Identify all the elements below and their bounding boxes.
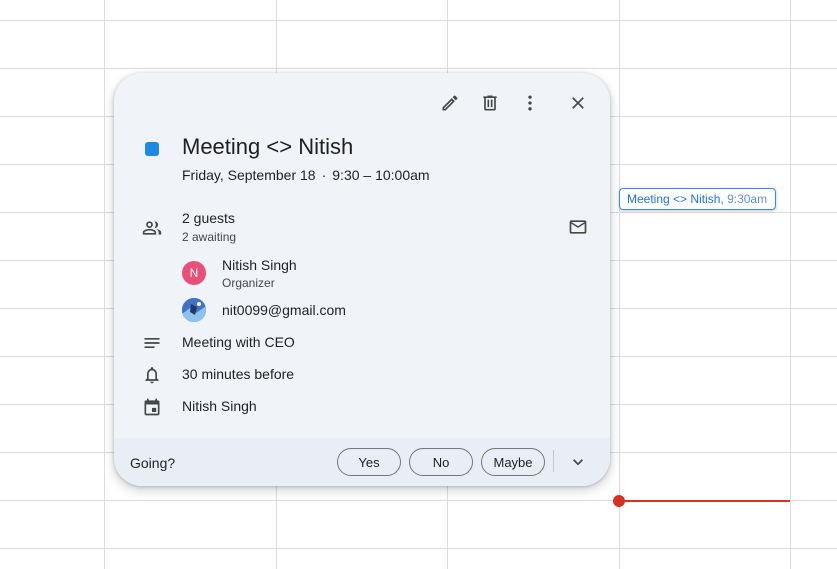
bell-icon [142, 365, 162, 385]
grid-column-line [790, 0, 791, 569]
datetime-separator: · [321, 167, 327, 183]
going-label: Going? [130, 455, 176, 471]
avatar: N [182, 261, 206, 285]
rsvp-options-button[interactable] [562, 446, 594, 478]
guest-name[interactable]: nit0099@gmail.com [222, 302, 346, 318]
guests-status: 2 awaiting [182, 230, 237, 244]
grid-row-line [0, 548, 837, 549]
guest-role: Organizer [222, 276, 275, 290]
event-calendar-owner: Nitish Singh [182, 398, 257, 414]
event-title: Meeting <> Nitish [182, 134, 354, 159]
rsvp-footer: Going? Yes No Maybe [114, 438, 610, 486]
grid-row-line [0, 20, 837, 21]
event-chip-time: 9:30am [727, 192, 768, 206]
edit-icon [442, 95, 458, 111]
people-icon [142, 218, 162, 238]
more-options-button[interactable] [514, 87, 546, 119]
guests-count: 2 guests [182, 210, 235, 226]
event-chip[interactable]: Meeting <> Nitish, 9:30am [619, 188, 776, 210]
guest-name[interactable]: Nitish Singh [222, 257, 297, 273]
chevron-down-icon [573, 459, 583, 466]
delete-icon [483, 95, 497, 111]
email-guests-button[interactable] [562, 211, 594, 243]
close-button[interactable] [562, 87, 594, 119]
event-chip-title: Meeting <> Nitish, [627, 192, 724, 206]
rsvp-yes-button[interactable]: Yes [337, 448, 401, 476]
grid-column-line [619, 0, 620, 569]
event-details-popup: Meeting <> Nitish Friday, September 18 · 9… [114, 73, 610, 486]
grid-row-line [0, 68, 837, 69]
edit-button[interactable] [434, 87, 466, 119]
close-icon [572, 97, 584, 109]
event-reminder: 30 minutes before [182, 366, 295, 382]
footer-divider [553, 450, 554, 472]
more-vert-icon [528, 95, 532, 111]
delete-button[interactable] [474, 87, 506, 119]
notes-icon [142, 333, 162, 353]
rsvp-no-button[interactable]: No [409, 448, 473, 476]
avatar [182, 298, 206, 322]
current-time-line [619, 500, 790, 502]
event-datetime: Friday, September 18 · 9:30 – 10:00am [182, 167, 430, 183]
rsvp-maybe-button[interactable]: Maybe [481, 448, 545, 476]
mail-icon [569, 220, 587, 234]
calendar-icon [142, 397, 162, 417]
event-description: Meeting with CEO [182, 334, 295, 350]
grid-column-line [104, 0, 105, 569]
current-time-dot [613, 495, 625, 507]
avatar-image [182, 298, 206, 322]
event-time-range: 9:30 – 10:00am [332, 167, 430, 183]
event-color-indicator [145, 142, 159, 156]
event-date: Friday, September 18 [182, 167, 316, 183]
